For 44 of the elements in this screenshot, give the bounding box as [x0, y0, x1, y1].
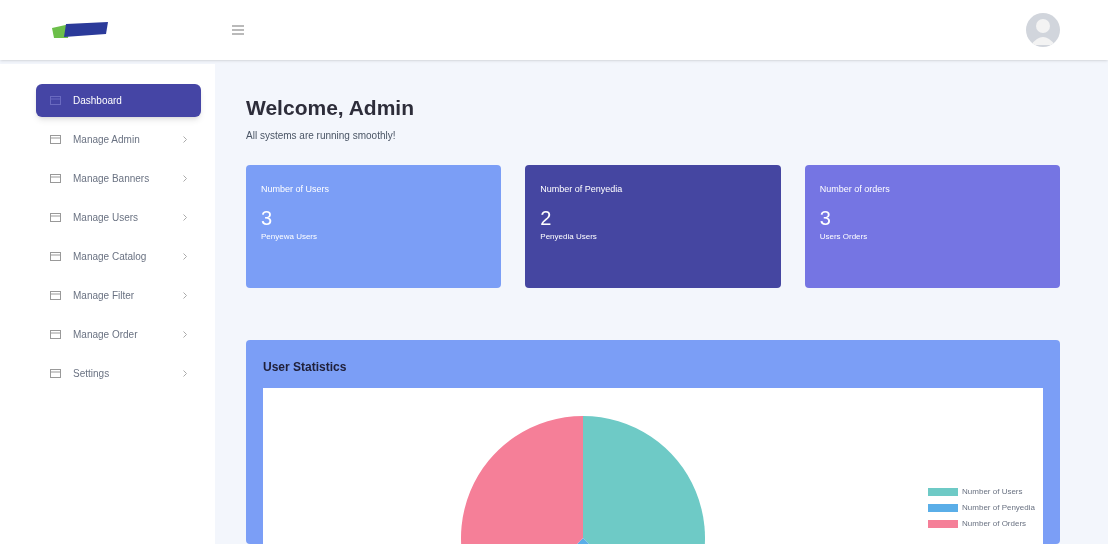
stat-title: Number of Penyedia	[540, 182, 624, 196]
folder-icon	[50, 96, 61, 105]
welcome-subtitle: All systems are running smoothly!	[246, 128, 397, 143]
folder-icon	[50, 291, 61, 300]
legend-label: Number of Penyedia	[962, 501, 1035, 514]
sidebar-item[interactable]: Manage Order	[36, 318, 201, 351]
legend-swatch	[928, 503, 959, 512]
folder-icon	[50, 330, 61, 339]
logo-icon	[50, 20, 110, 40]
sidebar-item[interactable]: Manage Filter	[36, 279, 201, 312]
stat-caption: Penyedia Users	[540, 231, 598, 243]
stat-caption: Users Orders	[819, 231, 869, 243]
stat-title: Number of orders	[819, 182, 891, 196]
statistics-title: User Statistics	[263, 358, 348, 376]
stat-caption: Penyewa Users	[261, 231, 319, 243]
sidebar-item[interactable]: Manage Admin	[36, 123, 201, 156]
chevron-icon	[183, 331, 187, 338]
legend-swatch	[928, 487, 959, 496]
sidebar-item[interactable]: Manage Users	[36, 201, 201, 234]
welcome-title: Welcome, Admin	[246, 95, 416, 121]
sidebar-item[interactable]: Settings	[36, 357, 201, 390]
avatar-icon[interactable]	[1026, 13, 1060, 47]
folder-icon	[50, 174, 61, 183]
legend-label: Number of Orders	[962, 517, 1027, 530]
sidebar-item[interactable]: Manage Catalog	[36, 240, 201, 273]
menu-icon[interactable]	[232, 25, 244, 35]
chevron-icon	[183, 292, 187, 299]
chevron-icon	[183, 175, 187, 182]
sidebar-item[interactable]: Manage Banners	[36, 162, 201, 195]
stat-value: 3	[819, 208, 832, 228]
folder-icon	[50, 135, 61, 144]
sidebar-item[interactable]: Dashboard	[36, 84, 201, 117]
chevron-icon	[183, 214, 187, 221]
legend-label: Number of Users	[962, 485, 1023, 498]
folder-icon	[50, 252, 61, 261]
chevron-icon	[183, 253, 187, 260]
stat-title: Number of Users	[261, 182, 331, 196]
chevron-icon	[183, 370, 187, 377]
chevron-icon	[183, 136, 187, 143]
legend-swatch	[928, 519, 959, 528]
folder-icon	[50, 213, 61, 222]
stat-value: 3	[261, 208, 274, 228]
stat-value: 2	[540, 208, 553, 228]
folder-icon	[50, 369, 61, 378]
